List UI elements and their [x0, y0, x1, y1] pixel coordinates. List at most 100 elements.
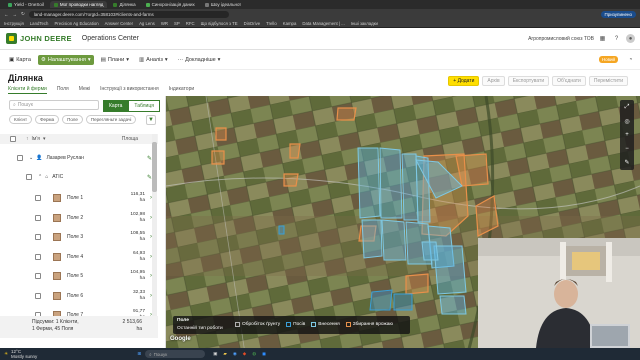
row-checkbox[interactable] — [35, 292, 41, 299]
nav-map[interactable]: ▣ Карта — [6, 55, 34, 65]
chrome-icon[interactable]: ◍ — [252, 351, 256, 357]
column-name[interactable]: Ім'я — [32, 136, 41, 142]
fullscreen-icon[interactable]: ⤢ — [625, 104, 630, 111]
sort-arrow-icon[interactable]: ↑ — [26, 136, 29, 142]
field-name: Поле 1 — [67, 195, 84, 201]
legend-item-harvest: Збирання врожаю — [345, 322, 393, 327]
scrollbar[interactable] — [152, 134, 157, 334]
taskbar-search[interactable]: ⌕ Пошук — [145, 350, 206, 358]
bookmark-item[interactable]: Kampa — [283, 21, 297, 26]
field-row[interactable]: Поле 1 116,31 ha › — [0, 191, 158, 205]
browser-tab[interactable]: Шоу ідеальної — [201, 1, 245, 8]
field-row[interactable]: Поле 5 104,95 ha › — [0, 269, 158, 283]
bookmark-item[interactable]: LandTech — [30, 21, 49, 26]
field-row[interactable]: Поле 3 108,55 ha › — [0, 230, 158, 244]
chip-client[interactable]: Клієнт — [9, 115, 33, 124]
bookmark-item[interactable]: Інструкція — [4, 21, 24, 26]
add-button[interactable]: + Додати — [448, 76, 480, 86]
row-checkbox[interactable] — [17, 155, 23, 161]
draw-icon[interactable]: ✎ — [624, 159, 629, 166]
bookmark-item[interactable]: Answer Center — [105, 21, 133, 26]
windows-start-icon[interactable]: ⊞ — [137, 351, 141, 357]
export-button[interactable]: Експортувати — [507, 76, 550, 86]
bookmark-item[interactable]: Інші закладки — [351, 21, 378, 26]
row-checkbox[interactable] — [35, 214, 41, 221]
nav-more[interactable]: ⋯ Докладніше ▾ — [175, 55, 224, 65]
column-area[interactable]: Площа — [122, 136, 138, 142]
nav-plans[interactable]: ▤ Плани ▾ — [98, 55, 132, 65]
field-row[interactable]: Поле 6 32,33 ha › — [0, 289, 158, 303]
chevron-down-icon[interactable]: ⌄ — [29, 155, 33, 161]
move-button[interactable]: Перемістити — [588, 76, 628, 86]
new-badge[interactable]: Новий — [598, 56, 618, 63]
bookmark-item[interactable]: DinDrive — [244, 21, 260, 26]
app-icon[interactable]: ◆ — [243, 351, 246, 357]
bookmark-item[interactable]: WR — [161, 21, 168, 26]
chip-field[interactable]: Поле — [62, 115, 83, 124]
zoom-out-icon[interactable]: − — [625, 146, 629, 152]
totals-value: 2 513,66 — [122, 319, 142, 325]
scroll-thumb[interactable] — [152, 142, 157, 192]
client-row[interactable]: ⌄ 👤 Лазарев Руслан ✎ — [0, 152, 158, 164]
field-row[interactable]: Поле 4 64,93 ha › — [0, 250, 158, 264]
zoom-in-icon[interactable]: + — [625, 132, 629, 138]
forward-icon[interactable]: → — [13, 12, 18, 17]
legend-swatch-icon — [311, 322, 317, 327]
tab-instructions[interactable]: Інструкції з використання — [100, 86, 159, 94]
row-checkbox[interactable] — [35, 253, 41, 260]
map-view-button[interactable]: Карта — [103, 100, 129, 112]
row-checkbox[interactable] — [35, 273, 41, 279]
app-icon[interactable]: ◼ — [262, 351, 266, 357]
table-view-button[interactable]: Таблиця — [128, 100, 160, 112]
user-avatar-icon[interactable]: ● — [626, 34, 635, 43]
select-all-checkbox[interactable] — [10, 136, 16, 142]
folder-icon[interactable]: ▰ — [223, 351, 226, 357]
row-checkbox[interactable] — [35, 234, 41, 240]
search-input[interactable]: ⌕ Пошук — [9, 100, 99, 110]
url-field[interactable]: land-manager.deere.com/?orgId=358103#/cl… — [28, 10, 229, 18]
bookmark-item[interactable]: Precision Ag Education — [54, 21, 98, 26]
tab-indicators[interactable]: Індикатори — [169, 86, 194, 94]
bookmark-item[interactable]: Що відбулося з TE — [201, 21, 238, 26]
tab-boundaries[interactable]: Межі — [79, 86, 90, 94]
browser-tab-active[interactable]: Мої проводки нагляд — [49, 1, 108, 8]
bookmark-item[interactable]: SP — [174, 21, 180, 26]
tab-clients-farms[interactable]: Клієнти й ферми — [8, 86, 47, 94]
app-icon[interactable]: ▣ — [213, 351, 217, 357]
field-boundary-icon — [53, 194, 61, 202]
nav-analyze[interactable]: ▥ Аналіз ▾ — [136, 55, 171, 65]
bookmark-item[interactable]: RFC — [186, 21, 195, 26]
analyze-icon: ▥ — [138, 56, 145, 63]
person-icon: 👤 — [36, 155, 43, 161]
browser-tab[interactable]: Ділянка — [109, 1, 139, 8]
bookmark-item[interactable]: Trello — [266, 21, 277, 26]
chip-tasks[interactable]: Перегляньте задачі — [85, 115, 137, 124]
chevron-up-icon[interactable]: ⌃ — [38, 174, 42, 180]
notifications-icon[interactable]: ◔ — [626, 55, 635, 64]
edge-icon[interactable]: ◉ — [233, 351, 237, 357]
nav-setup[interactable]: ⚙ Налаштування ▾ — [37, 54, 94, 65]
browser-tab[interactable]: Синхронізація даних — [142, 1, 199, 8]
archive-button[interactable]: Архів — [482, 76, 505, 86]
chip-farm[interactable]: Ферма — [35, 115, 60, 124]
back-icon[interactable]: ← — [4, 12, 9, 17]
filter-icon[interactable]: ▼ — [146, 115, 156, 125]
profile-button[interactable]: Призупинено — [600, 10, 636, 18]
tab-fields[interactable]: Поля — [57, 86, 69, 94]
farm-row[interactable]: ⌃ ⌂ АТІС ✎ — [0, 171, 158, 183]
organization-selector[interactable]: Агропромисловий союз ТОВ — [528, 36, 594, 42]
reload-icon[interactable]: ↻ — [21, 11, 25, 17]
bookmark-item[interactable]: Data Management | ... — [302, 21, 344, 26]
john-deere-logo[interactable]: JOHN DEERE — [6, 33, 72, 44]
browser-tab[interactable]: Yield - OneSoil — [4, 1, 48, 8]
field-row[interactable]: Поле 2 102,98 ha › — [0, 211, 158, 225]
grid-icon[interactable]: ▦ — [598, 34, 607, 43]
row-checkbox[interactable] — [26, 174, 32, 180]
bookmark-item[interactable]: Ag Lens — [139, 21, 155, 26]
locate-icon[interactable]: ◎ — [624, 118, 629, 125]
legend-item-seeding: Посів — [286, 322, 305, 327]
help-icon[interactable]: ? — [612, 34, 621, 43]
merge-button[interactable]: Об'єднати — [552, 76, 586, 86]
row-checkbox[interactable] — [35, 195, 41, 201]
app-name: Operations Center — [81, 35, 139, 42]
